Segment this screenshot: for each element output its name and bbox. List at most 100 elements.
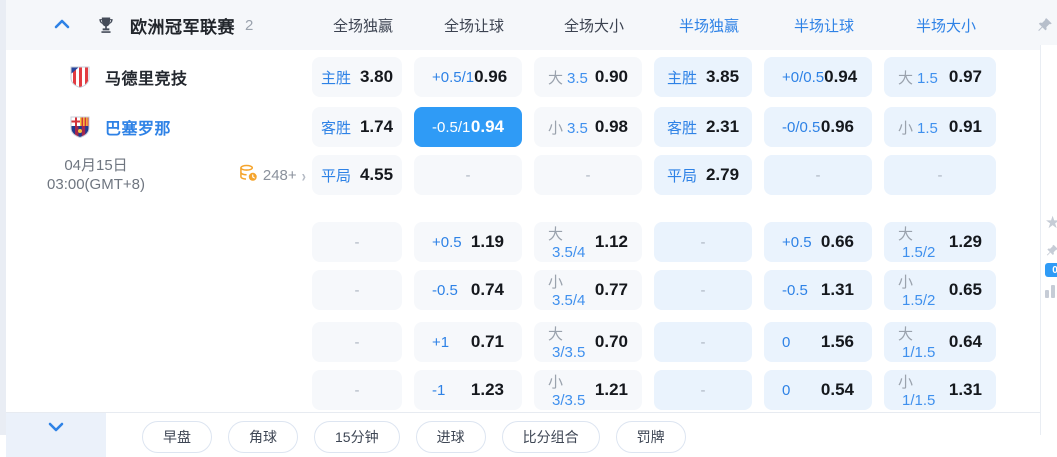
- market-pill-3[interactable]: 15分钟: [314, 421, 400, 453]
- odds-value: 1.31: [948, 380, 982, 399]
- odds-value: 1.29: [948, 232, 982, 251]
- market-pill-6[interactable]: 罚牌: [615, 421, 686, 453]
- odds-cell[interactable]: 平局 4.55: [312, 155, 402, 195]
- odds-cell[interactable]: 小1/1.5 1.31: [884, 370, 996, 410]
- ou-selection: 小3/3.5: [548, 371, 595, 410]
- away-team-row[interactable]: 巴塞罗那: [6, 107, 171, 147]
- ou-line: 3.5: [567, 69, 588, 87]
- odds-value: 1.23: [470, 380, 504, 399]
- league-match-count: 2: [245, 16, 254, 34]
- odds-value: 0.74: [470, 280, 504, 299]
- odds-cell[interactable]: 大 3.5 0.90: [534, 57, 642, 97]
- match-meta: 04月15日 03:00(GMT+8) 248+ ›: [6, 150, 312, 200]
- odds-cell[interactable]: 小 3.5 0.98: [534, 107, 642, 147]
- odds-cell[interactable]: -0.5 0.74: [414, 270, 522, 310]
- selection-label: +0.5/1: [432, 68, 475, 86]
- ou-line: 3/3.5: [552, 391, 586, 409]
- empty-odds-dash: -: [465, 166, 471, 184]
- odds-value: 0.64: [948, 332, 982, 351]
- selection-label: 主胜: [666, 69, 697, 87]
- odds-cell[interactable]: -0.5 1.31: [764, 270, 872, 310]
- odds-cell[interactable]: -0/0.5 0.96: [764, 107, 872, 147]
- odds-cell[interactable]: +1 0.71: [414, 322, 522, 362]
- market-pill-5[interactable]: 比分组合: [501, 421, 600, 453]
- odds-cell[interactable]: 小 1.5 0.91: [884, 107, 996, 147]
- stats-icon[interactable]: [1045, 285, 1057, 298]
- odds-cell[interactable]: 0 0.54: [764, 370, 872, 410]
- odds-cell[interactable]: +0.5 1.19: [414, 222, 522, 262]
- team-column: 马德里竞技 巴塞罗那 04月15日 03:00(GMT+8) 248+ ›: [6, 50, 312, 410]
- pin-icon[interactable]: [1045, 243, 1057, 263]
- odds-cell-empty: -: [654, 270, 752, 310]
- ou-selection: 大 3.5: [548, 67, 588, 88]
- empty-odds-dash: -: [354, 281, 360, 299]
- collapse-match-button[interactable]: [6, 413, 106, 457]
- odds-cell[interactable]: +0.5 0.66: [764, 222, 872, 262]
- selection-label: 0: [782, 333, 791, 351]
- trophy-icon: [96, 15, 116, 35]
- home-team-row[interactable]: 马德里竞技: [6, 57, 188, 97]
- ou-side-label: 小: [898, 273, 914, 291]
- more-markets-link[interactable]: 248+ ›: [239, 164, 306, 187]
- ou-selection: 大1.5/2: [898, 223, 949, 262]
- odds-cell[interactable]: 客胜 2.31: [654, 107, 752, 147]
- ou-selection: 大1/1.5: [898, 323, 949, 362]
- odds-cell[interactable]: 主胜 3.80: [312, 57, 402, 97]
- empty-odds-dash: -: [354, 333, 360, 351]
- odds-cell[interactable]: 0 1.56: [764, 322, 872, 362]
- odds-cell[interactable]: 大3.5/4 1.12: [534, 222, 642, 262]
- odds-cell[interactable]: 大 1.5 0.97: [884, 57, 996, 97]
- odds-value: 4.55: [359, 165, 394, 184]
- market-pill-1[interactable]: 早盘: [142, 421, 212, 453]
- odds-cell-empty: -: [312, 322, 402, 362]
- odds-value: 0.70: [594, 332, 628, 351]
- odds-cell[interactable]: 客胜 1.74: [312, 107, 402, 147]
- selection-label: 0: [782, 381, 791, 399]
- odds-value: 0.94: [824, 67, 858, 86]
- ou-selection: 大3.5/4: [548, 223, 595, 262]
- odds-cell[interactable]: -0.5/1 0.94: [414, 107, 522, 147]
- selection-label: -0.5: [782, 281, 808, 299]
- ou-selection: 小 3.5: [548, 117, 588, 138]
- odds-value: 0.71: [470, 332, 504, 351]
- chevron-down-icon: [48, 419, 64, 437]
- zero-badge[interactable]: 0: [1045, 263, 1057, 277]
- odds-cell[interactable]: +0.5/1 0.96: [414, 57, 522, 97]
- market-pill-2[interactable]: 角球: [228, 421, 298, 453]
- odds-value: 2.79: [705, 165, 740, 184]
- odds-cell[interactable]: +0/0.5 0.94: [764, 57, 872, 97]
- ou-line: 1/1.5: [902, 391, 936, 409]
- ou-selection: 小1.5/2: [898, 271, 949, 310]
- odds-cell[interactable]: 大3/3.5 0.70: [534, 322, 642, 362]
- odds-cell-empty: -: [884, 155, 996, 195]
- market-pill-4[interactable]: 进球: [415, 421, 486, 453]
- odds-row-5: - -0.5 0.74 小3.5/4 0.77- -0.5 1.31 小1.5/2 0.65: [312, 270, 996, 310]
- home-team-crest-icon: [68, 65, 92, 89]
- odds-cell[interactable]: 大1/1.5 0.64: [884, 322, 996, 362]
- odds-row-2: 客胜 1.74 -0.5/1 0.94 小 3.5 0.98 客胜 2.31 -0/0.5 0.96…: [312, 107, 996, 147]
- odds-cell[interactable]: 小3/3.5 1.21: [534, 370, 642, 410]
- selection-label: +0.5: [432, 233, 462, 251]
- market-pills: 早盘 角球 15分钟 进球 比分组合 罚牌: [142, 421, 686, 453]
- selection-label: 平局: [666, 167, 697, 185]
- odds-value: 1.21: [594, 380, 628, 399]
- column-header-full-0: 全场独赢: [332, 17, 393, 35]
- ou-side-label: 大: [548, 69, 564, 87]
- odds-cell[interactable]: 平局 2.79: [654, 155, 752, 195]
- star-icon[interactable]: ★: [1045, 213, 1057, 233]
- ou-selection: 小3.5/4: [548, 271, 595, 310]
- odds-cell[interactable]: 主胜 3.85: [654, 57, 752, 97]
- odds-value: 0.90: [594, 67, 628, 86]
- pushpin-icon[interactable]: [1036, 16, 1054, 39]
- odds-cell[interactable]: -1 1.23: [414, 370, 522, 410]
- selection-label: 客胜: [320, 119, 351, 137]
- odds-cell[interactable]: 大1.5/2 1.29: [884, 222, 996, 262]
- odds-value: 0.97: [948, 67, 982, 86]
- collapse-league-button[interactable]: [54, 16, 70, 34]
- odds-row-7: - -1 1.23 小3/3.5 1.21-0 0.54 小1/1.5 1.31: [312, 370, 996, 410]
- odds-grid: 主胜 3.80 +0.5/1 0.96 大 3.5 0.90 主胜 3.85 +0/0.5 0.94…: [312, 50, 996, 410]
- odds-cell[interactable]: 小1.5/2 0.65: [884, 270, 996, 310]
- odds-cell[interactable]: 小3.5/4 0.77: [534, 270, 642, 310]
- empty-odds-dash: -: [585, 166, 591, 184]
- ou-line: 3/3.5: [552, 343, 586, 361]
